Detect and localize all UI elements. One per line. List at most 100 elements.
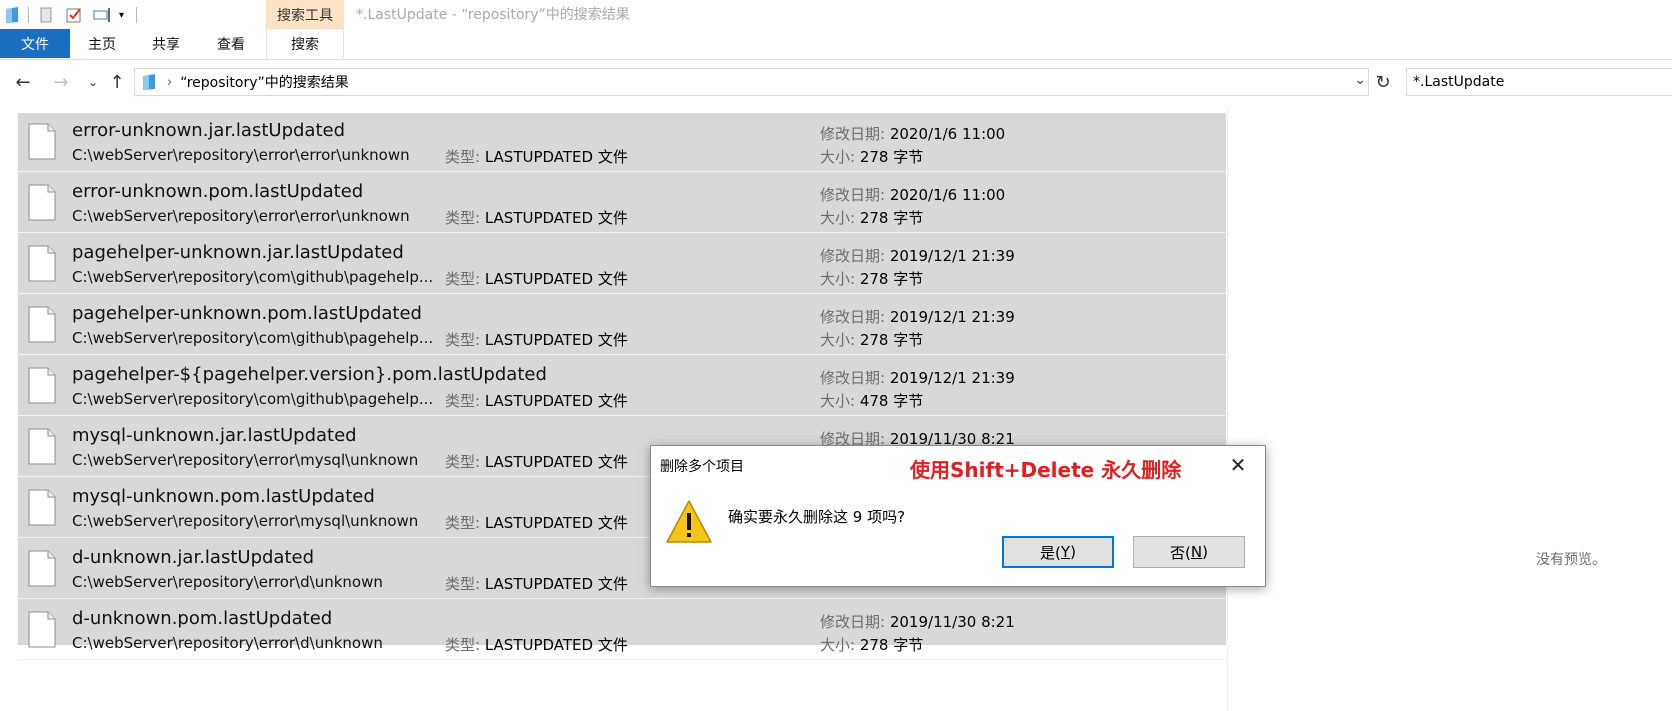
file-name: error-unknown.pom.lastUpdated xyxy=(72,181,364,202)
file-modified: 修改日期: 2020/1/6 11:00 xyxy=(820,184,1005,205)
folder-icon xyxy=(6,7,18,23)
navigation-bar: ← → ⌄ ↑ › “repository”中的搜索结果 ⌄ ↻ *.LastU… xyxy=(0,66,1672,98)
file-type: 类型: LASTUPDATED 文件 xyxy=(445,634,628,655)
result-row[interactable]: pagehelper-${pagehelper.version}.pom.las… xyxy=(18,357,1226,416)
preview-pane-divider[interactable] xyxy=(1227,108,1228,711)
size-label: 大小: xyxy=(820,331,856,349)
no-preview-text: 没有预览。 xyxy=(1536,552,1606,568)
file-name: pagehelper-unknown.jar.lastUpdated xyxy=(72,242,404,263)
file-size-value: 278 字节 xyxy=(859,148,924,166)
file-size: 大小: 278 字节 xyxy=(820,146,923,167)
file-size-value: 278 字节 xyxy=(859,209,924,227)
type-label: 类型: xyxy=(445,270,481,288)
type-label: 类型: xyxy=(445,453,481,471)
file-type-value: LASTUPDATED 文件 xyxy=(484,392,628,410)
size-label: 大小: xyxy=(820,209,856,227)
modified-label: 修改日期: xyxy=(820,613,886,631)
file-size-value: 478 字节 xyxy=(859,392,924,410)
quick-access-toolbar: ▾ xyxy=(4,4,149,26)
file-modified-value: 2019/12/1 21:39 xyxy=(889,369,1015,387)
file-path: C:\webServer\repository\error\d\unknown xyxy=(72,634,383,652)
modified-label: 修改日期: xyxy=(820,247,886,265)
tab-view[interactable]: 查看 xyxy=(211,29,251,58)
file-modified-value: 2019/11/30 8:21 xyxy=(889,613,1015,631)
up-arrow-icon[interactable]: ↑ xyxy=(104,70,130,94)
type-label: 类型: xyxy=(445,209,481,227)
file-path: C:\webServer\repository\com\github\pageh… xyxy=(72,390,434,408)
yes-button-label: 是( xyxy=(1040,543,1061,562)
address-dropdown-chevron-icon[interactable]: ⌄ xyxy=(1354,72,1366,88)
result-row[interactable]: pagehelper-unknown.pom.lastUpdated C:\web… xyxy=(18,296,1226,355)
file-path: C:\webServer\repository\error\error\unkn… xyxy=(72,207,410,225)
rename-icon[interactable] xyxy=(93,6,113,24)
file-type: 类型: LASTUPDATED 文件 xyxy=(445,207,628,228)
file-size: 大小: 278 字节 xyxy=(820,329,923,350)
close-icon[interactable]: ✕ xyxy=(1225,452,1251,478)
file-type-value: LASTUPDATED 文件 xyxy=(484,453,628,471)
size-label: 大小: xyxy=(820,148,856,166)
tab-file[interactable]: 文件 xyxy=(0,29,70,58)
file-type: 类型: LASTUPDATED 文件 xyxy=(445,451,628,472)
size-label: 大小: xyxy=(820,270,856,288)
no-button-label: 否( xyxy=(1170,543,1191,562)
modified-label: 修改日期: xyxy=(820,369,886,387)
file-name: pagehelper-unknown.pom.lastUpdated xyxy=(72,303,422,324)
file-icon xyxy=(28,184,56,221)
properties-icon[interactable] xyxy=(37,6,55,24)
file-size-value: 278 字节 xyxy=(859,270,924,288)
recent-locations-chevron-icon[interactable]: ⌄ xyxy=(80,70,106,94)
refresh-icon[interactable]: ↻ xyxy=(1370,70,1396,94)
back-arrow-icon[interactable]: ← xyxy=(10,70,36,94)
file-path: C:\webServer\repository\com\github\pageh… xyxy=(72,329,434,347)
search-input[interactable]: *.LastUpdate xyxy=(1406,68,1672,96)
file-icon xyxy=(28,367,56,404)
address-bar[interactable]: › “repository”中的搜索结果 ⌄ xyxy=(134,68,1369,96)
file-modified: 修改日期: 2019/11/30 8:21 xyxy=(820,611,1015,632)
tab-home[interactable]: 主页 xyxy=(82,29,122,58)
type-label: 类型: xyxy=(445,514,481,532)
type-label: 类型: xyxy=(445,392,481,410)
forward-arrow-icon[interactable]: → xyxy=(48,70,74,94)
tab-search[interactable]: 搜索 xyxy=(266,29,344,58)
file-path: C:\webServer\repository\error\error\unkn… xyxy=(72,146,410,164)
address-path: “repository”中的搜索结果 xyxy=(180,75,349,91)
file-modified: 修改日期: 2019/12/1 21:39 xyxy=(820,306,1015,327)
file-path: C:\webServer\repository\error\d\unknown xyxy=(72,573,383,591)
file-modified-value: 2019/12/1 21:39 xyxy=(889,308,1015,326)
no-button[interactable]: 否(N) xyxy=(1133,536,1245,568)
chevron-down-icon[interactable]: ▾ xyxy=(119,10,124,21)
file-name: error-unknown.jar.lastUpdated xyxy=(72,120,346,141)
no-button-suffix: ) xyxy=(1202,543,1208,561)
annotation-text: 使用Shift+Delete 永久删除 xyxy=(910,458,1182,482)
tab-share[interactable]: 共享 xyxy=(146,29,186,58)
size-label: 大小: xyxy=(820,392,856,410)
warning-icon xyxy=(666,500,712,543)
yes-button[interactable]: 是(Y) xyxy=(1002,536,1114,568)
file-type: 类型: LASTUPDATED 文件 xyxy=(445,512,628,533)
file-icon xyxy=(28,550,56,587)
result-row[interactable]: error-unknown.jar.lastUpdated C:\webServe… xyxy=(18,113,1226,172)
file-path: C:\webServer\repository\error\mysql\unkn… xyxy=(72,512,419,530)
breadcrumb-separator-icon[interactable]: › xyxy=(167,75,172,90)
toolbar-separator xyxy=(136,7,138,23)
toolbar-separator xyxy=(28,7,29,23)
type-label: 类型: xyxy=(445,331,481,349)
type-label: 类型: xyxy=(445,636,481,654)
modified-label: 修改日期: xyxy=(820,186,886,204)
dialog-title: 删除多个项目 xyxy=(660,459,744,475)
file-modified: 修改日期: 2020/1/6 11:00 xyxy=(820,123,1005,144)
file-type-value: LASTUPDATED 文件 xyxy=(484,270,628,288)
checklist-icon[interactable] xyxy=(65,6,83,24)
result-row[interactable]: d-unknown.pom.lastUpdated C:\webServer\re… xyxy=(18,601,1226,660)
search-results-icon xyxy=(143,74,155,90)
file-type: 类型: LASTUPDATED 文件 xyxy=(445,329,628,350)
window-title: *.LastUpdate - “repository”中的搜索结果 xyxy=(356,7,630,23)
result-row[interactable]: error-unknown.pom.lastUpdated C:\webServe… xyxy=(18,174,1226,233)
file-icon xyxy=(28,123,56,160)
file-modified: 修改日期: 2019/12/1 21:39 xyxy=(820,245,1015,266)
file-icon xyxy=(28,428,56,465)
file-modified-value: 2020/1/6 11:00 xyxy=(889,186,1006,204)
result-row[interactable]: pagehelper-unknown.jar.lastUpdated C:\web… xyxy=(18,235,1226,294)
modified-label: 修改日期: xyxy=(820,308,886,326)
file-type: 类型: LASTUPDATED 文件 xyxy=(445,268,628,289)
